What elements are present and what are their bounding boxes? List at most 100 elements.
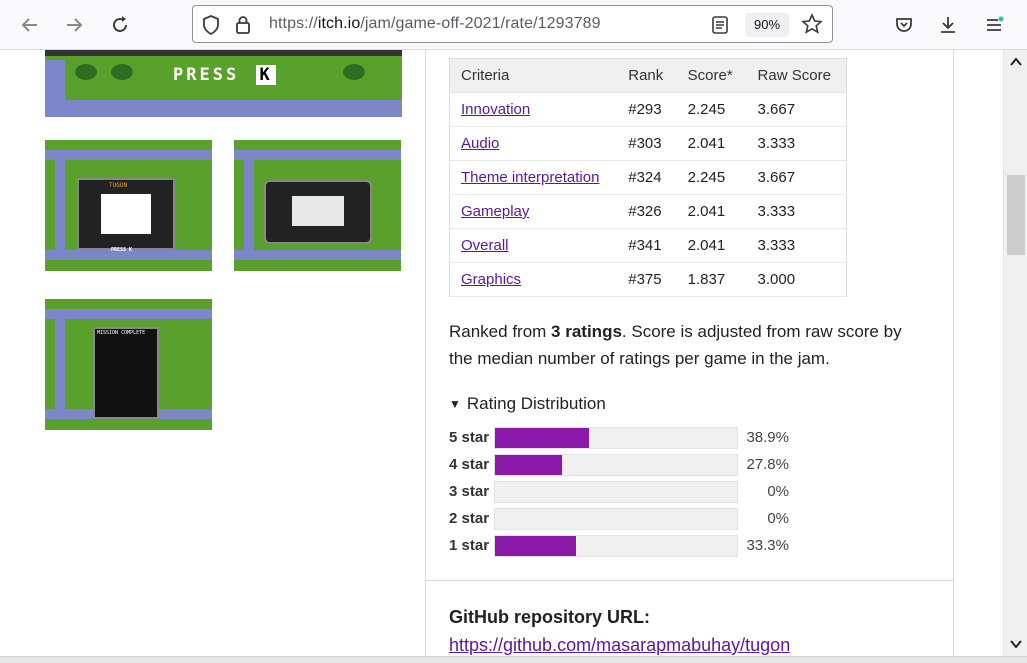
- header-rank: Rank: [617, 58, 677, 93]
- small-press-label: PRESS K: [111, 247, 133, 253]
- road-strip: [45, 50, 402, 56]
- distribution-label: 2 star: [449, 510, 490, 527]
- dialog-inner: [101, 194, 151, 234]
- section-divider: [426, 580, 953, 581]
- distribution-row: 1 star 33.3%: [449, 535, 849, 557]
- criteria-link[interactable]: Theme interpretation: [461, 169, 599, 186]
- dialog-inner: [292, 196, 344, 226]
- criteria-link[interactable]: Gameplay: [461, 203, 529, 220]
- header-criteria: Criteria: [449, 58, 618, 93]
- github-link[interactable]: https://github.com/masarapmabuhay/tugon: [449, 635, 790, 656]
- game-thumbnail-3[interactable]: MISSION COMPLETE: [45, 299, 212, 430]
- vertical-scrollbar[interactable]: [1003, 50, 1027, 656]
- distribution-bar-fill: [495, 536, 576, 556]
- download-icon[interactable]: [932, 9, 964, 41]
- bookmark-star-icon[interactable]: [801, 13, 823, 40]
- rank-cell: #341: [617, 228, 677, 263]
- reload-icon[interactable]: [104, 9, 136, 41]
- pocket-icon[interactable]: [888, 9, 920, 41]
- rank-cell: #375: [617, 262, 677, 297]
- url-path: /jam/game-off-2021/rate/1293789: [360, 15, 601, 32]
- thumb-title: MISSION COMPLETE: [97, 330, 146, 336]
- game-thumbnail-2[interactable]: [234, 140, 401, 271]
- table-row: Overall #341 2.041 3.333: [449, 228, 847, 263]
- reader-view-icon[interactable]: [711, 15, 729, 40]
- distribution-percent: 27.8%: [746, 456, 789, 473]
- table-header-row: Criteria Rank Score* Raw Score: [449, 58, 847, 93]
- scroll-down-icon[interactable]: [1004, 634, 1027, 654]
- game-thumbnail-1[interactable]: TUGON PRESS K: [45, 140, 212, 271]
- dialog-panel: TUGON: [77, 178, 175, 250]
- distribution-bar-track: [494, 481, 738, 503]
- press-key-box: K: [256, 65, 276, 85]
- criteria-cell: Graphics: [449, 262, 618, 297]
- distribution-label: 4 star: [449, 456, 490, 473]
- distribution-bar-fill: [495, 428, 589, 448]
- score-cell: 2.245: [676, 92, 747, 127]
- shield-icon[interactable]: [202, 15, 220, 40]
- browser-toolbar: https://itch.io/jam/game-off-2021/rate/1…: [0, 0, 1027, 50]
- distribution-percent: 0%: [767, 483, 789, 500]
- press-key-label: PRESS K: [173, 65, 276, 85]
- menu-icon[interactable]: [978, 9, 1010, 41]
- url-bar[interactable]: https://itch.io/jam/game-off-2021/rate/1…: [192, 5, 833, 43]
- scroll-up-icon[interactable]: [1004, 52, 1027, 72]
- distribution-bar-track: [494, 535, 738, 557]
- lock-icon[interactable]: [235, 15, 251, 40]
- criteria-cell: Overall: [449, 228, 618, 263]
- github-label: GitHub repository URL:: [449, 607, 650, 627]
- raw-score-cell: 3.000: [746, 262, 847, 297]
- raw-score-cell: 3.333: [746, 126, 847, 161]
- raw-score-cell: 3.667: [746, 160, 847, 195]
- table-row: Audio #303 2.041 3.333: [449, 126, 847, 161]
- back-arrow-icon[interactable]: [14, 9, 46, 41]
- forward-arrow-icon[interactable]: [58, 9, 90, 41]
- rank-cell: #293: [617, 92, 677, 127]
- score-cell: 1.837: [676, 262, 747, 297]
- road-strip: [45, 100, 402, 117]
- distribution-row: 5 star 38.9%: [449, 427, 849, 449]
- rank-cell: #326: [617, 194, 677, 229]
- rank-cell: #303: [617, 126, 677, 161]
- zoom-level-button[interactable]: 90%: [745, 13, 789, 37]
- distribution-percent: 0%: [767, 510, 789, 527]
- tree-sprite: [75, 64, 97, 80]
- url-text[interactable]: https://itch.io/jam/game-off-2021/rate/1…: [269, 15, 601, 33]
- criteria-link[interactable]: Audio: [461, 135, 499, 152]
- horizontal-scrollbar[interactable]: [0, 656, 1027, 663]
- distribution-bar-track: [494, 508, 738, 530]
- distribution-row: 3 star 0%: [449, 481, 849, 503]
- distribution-label: 3 star: [449, 483, 490, 500]
- score-cell: 2.245: [676, 160, 747, 195]
- criteria-link[interactable]: Graphics: [461, 271, 521, 288]
- distribution-row: 4 star 27.8%: [449, 454, 849, 476]
- press-label-text: PRESS: [173, 65, 240, 85]
- game-screenshot-main[interactable]: PRESS K: [45, 50, 402, 117]
- table-row: Theme interpretation #324 2.245 3.667: [449, 160, 847, 195]
- road-strip: [45, 309, 212, 319]
- table-row: Graphics #375 1.837 3.000: [449, 262, 847, 297]
- tree-sprite: [343, 64, 365, 80]
- criteria-cell: Audio: [449, 126, 618, 161]
- ranked-count: 3 ratings: [551, 322, 622, 341]
- criteria-cell: Innovation: [449, 92, 618, 127]
- road-strip: [45, 150, 212, 160]
- road-strip: [234, 150, 401, 160]
- table-row: Innovation #293 2.245 3.667: [449, 92, 847, 127]
- road-strip: [55, 160, 65, 250]
- scrollbar-thumb[interactable]: [1007, 175, 1025, 255]
- dialog-panel: MISSION COMPLETE: [93, 327, 159, 419]
- page-content: PRESS K TUGON PRESS K MISSION COMPLETE C…: [0, 50, 1003, 656]
- distribution-heading: Rating Distribution: [466, 394, 606, 413]
- score-cell: 2.041: [676, 194, 747, 229]
- criteria-link[interactable]: Overall: [461, 237, 509, 254]
- rank-cell: #324: [617, 160, 677, 195]
- criteria-link[interactable]: Innovation: [461, 101, 530, 118]
- distribution-bar-fill: [495, 455, 562, 475]
- distribution-bar-track: [494, 427, 738, 449]
- score-cell: 2.041: [676, 228, 747, 263]
- header-score: Score*: [676, 58, 747, 93]
- road-strip: [55, 319, 65, 409]
- rating-distribution-toggle[interactable]: ▼ Rating Distribution: [449, 394, 606, 414]
- distribution-percent: 38.9%: [746, 429, 789, 446]
